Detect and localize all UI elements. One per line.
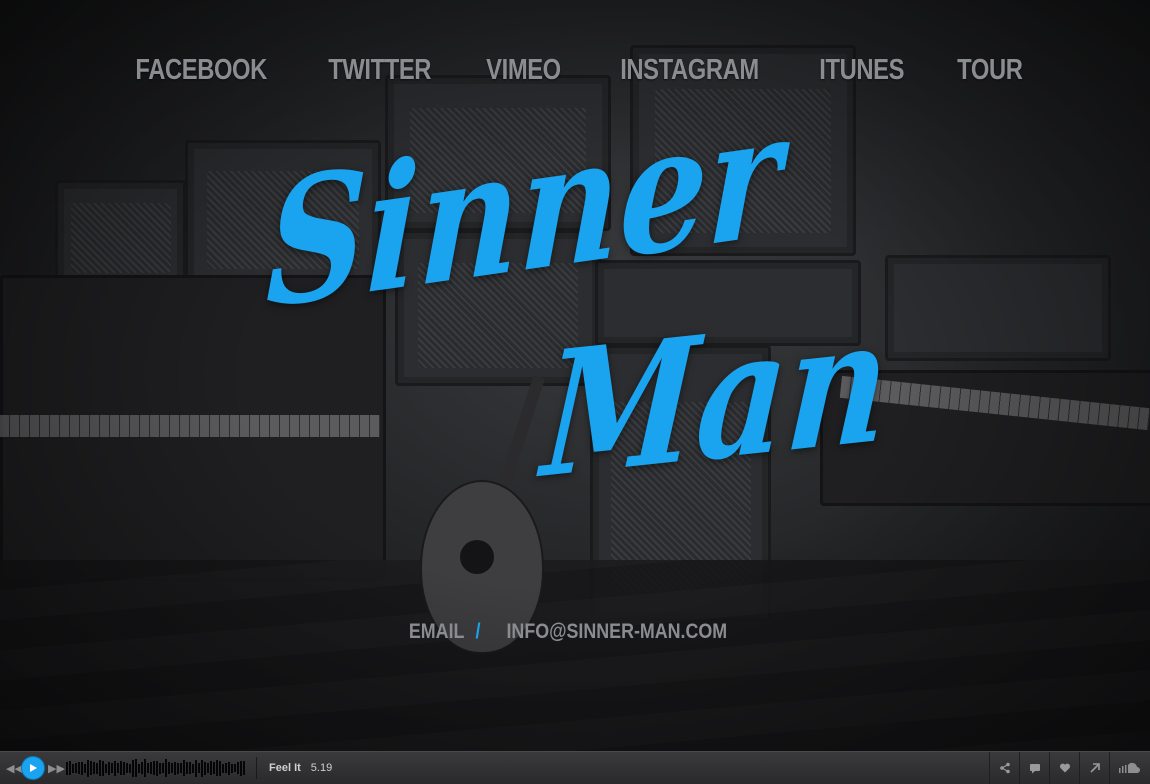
waveform-bar <box>159 762 161 774</box>
waveform-bar <box>219 760 221 776</box>
audio-player: ◀◀ ▶▶ Feel It 5.19 <box>0 751 1150 784</box>
waveform-bar <box>195 759 197 777</box>
waveform-bar <box>132 759 134 777</box>
band-logo: Sinner Man <box>264 73 895 570</box>
waveform-bar <box>234 764 236 772</box>
like-icon <box>1059 763 1070 773</box>
share-button[interactable] <box>989 752 1019 784</box>
waveform-bar <box>81 761 83 775</box>
waveform-bar <box>201 759 203 777</box>
open-external-button[interactable] <box>1079 752 1109 784</box>
email-label: EMAIL <box>408 620 465 643</box>
waveform-bar <box>222 763 224 773</box>
waveform-bar <box>237 762 239 774</box>
nav-link-tour[interactable]: TOUR <box>955 52 1024 88</box>
waveform-bar <box>87 759 89 777</box>
nav-link-facebook[interactable]: FACEBOOK <box>133 52 268 88</box>
waveform-bar <box>183 760 185 776</box>
player-actions <box>989 752 1150 784</box>
waveform-bar <box>114 760 116 776</box>
waveform-bar <box>141 762 143 774</box>
waveform-bar <box>93 762 95 774</box>
waveform-bar <box>99 760 101 776</box>
waveform-bar <box>144 759 146 777</box>
waveform-bar <box>240 760 242 776</box>
track-duration: 5.19 <box>310 762 333 774</box>
email-link[interactable]: INFO@SINNER-MAN.COM <box>506 618 727 646</box>
waveform-bar <box>189 762 191 774</box>
waveform-bar <box>96 762 98 774</box>
waveform-bar <box>186 762 188 774</box>
waveform-bar <box>111 763 113 773</box>
next-icon[interactable]: ▶▶ <box>48 762 65 775</box>
waveform-bar <box>192 763 194 773</box>
waveform-bar <box>210 761 212 775</box>
waveform-bar <box>102 760 104 776</box>
nav-link-twitter[interactable]: TWITTER <box>327 52 433 88</box>
waveform-bar <box>228 761 230 775</box>
waveform-bar <box>168 762 170 774</box>
waveform-bar <box>213 762 215 774</box>
waveform-bar <box>204 761 206 775</box>
play-icon <box>30 764 37 772</box>
waveform-bar <box>156 760 158 776</box>
waveform-bar <box>225 763 227 773</box>
waveform-bar <box>180 763 182 773</box>
waveform-bar <box>66 761 68 775</box>
email-separator: / <box>475 620 481 643</box>
waveform-bar <box>126 763 128 773</box>
waveform-bar <box>105 763 107 773</box>
waveform-bar <box>117 763 119 773</box>
open-external-icon <box>1089 763 1100 773</box>
waveform-bar <box>147 763 149 773</box>
soundcloud-link[interactable] <box>1109 752 1150 784</box>
waveform-bar <box>165 759 167 777</box>
waveform-bar <box>120 761 122 775</box>
waveform-bar <box>198 763 200 773</box>
play-button[interactable] <box>22 757 44 779</box>
comment-icon <box>1029 764 1040 774</box>
waveform-bar <box>174 761 176 775</box>
like-button[interactable] <box>1049 752 1079 784</box>
waveform-bar <box>243 761 245 775</box>
track-title[interactable]: Feel It <box>269 762 301 774</box>
waveform-bar <box>150 762 152 774</box>
comment-button[interactable] <box>1019 752 1049 784</box>
waveform-bar <box>84 763 86 773</box>
waveform[interactable] <box>66 757 257 779</box>
waveform-bar <box>75 763 77 773</box>
waveform-bar <box>177 762 179 774</box>
waveform-bar <box>138 763 140 773</box>
waveform-bar <box>162 763 164 773</box>
nav-link-itunes[interactable]: ITUNES <box>818 52 906 88</box>
waveform-bar <box>135 759 137 777</box>
waveform-bar <box>108 761 110 775</box>
nav-link-vimeo[interactable]: VIMEO <box>485 52 563 88</box>
waveform-bar <box>207 763 209 773</box>
waveform-bar <box>69 761 71 775</box>
waveform-bar <box>216 760 218 776</box>
waveform-bar <box>153 761 155 775</box>
waveform-bar <box>231 763 233 773</box>
prev-icon[interactable]: ◀◀ <box>6 762 23 775</box>
waveform-bar <box>129 763 131 773</box>
waveform-bar <box>90 761 92 775</box>
share-icon <box>999 762 1010 774</box>
waveform-bar <box>123 761 125 775</box>
waveform-bar <box>78 762 80 774</box>
player-controls: ◀◀ ▶▶ <box>0 757 65 779</box>
waveform-bar <box>171 763 173 773</box>
social-nav: FACEBOOK TWITTER VIMEO INSTAGRAM ITUNES … <box>0 52 1150 88</box>
logo-word-man: Man <box>537 278 896 518</box>
waveform-bar <box>72 763 74 773</box>
soundcloud-icon <box>1119 762 1140 773</box>
contact-line: EMAIL / INFO@SINNER-MAN.COM <box>0 618 1150 646</box>
